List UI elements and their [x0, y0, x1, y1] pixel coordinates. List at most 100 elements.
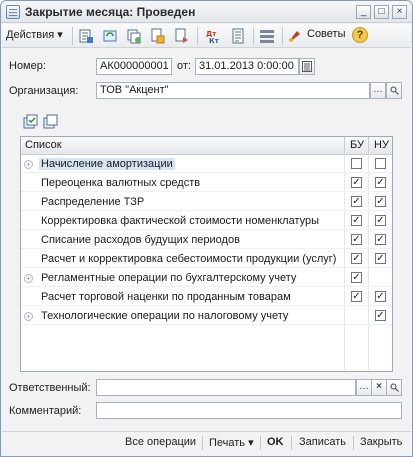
bottom-separator [291, 436, 292, 450]
list-item-label: Расчет и корректировка себестоимости про… [41, 253, 337, 265]
organization-open-button[interactable] [386, 82, 402, 99]
toolbar-separator [253, 27, 254, 45]
list-item-label: Технологические операции по налоговому у… [41, 310, 289, 322]
maximize-button[interactable]: □ [374, 5, 389, 19]
list-item[interactable]: + Регламентные операции по бухгалтерскому… [21, 269, 392, 287]
column-header-list[interactable]: Список [25, 139, 62, 151]
list-item[interactable]: + Начисление амортизации [21, 155, 392, 173]
list-item-label: Списание расходов будущих периодов [41, 234, 240, 246]
advice-button[interactable]: Советы [307, 28, 345, 40]
nu-checkbox[interactable]: ✓ [375, 291, 386, 302]
nu-checkbox[interactable]: ✓ [375, 234, 386, 245]
minimize-button[interactable]: _ [356, 5, 371, 19]
nu-checkbox[interactable]: ✓ [375, 196, 386, 207]
bu-checkbox[interactable]: ✓ [351, 215, 362, 226]
list-item[interactable]: Расчет торговой наценки по проданным тов… [21, 288, 392, 306]
all-operations-button[interactable]: Все операции [125, 436, 196, 448]
bu-checkbox[interactable]: ✓ [351, 196, 362, 207]
copy-document-icon[interactable] [126, 28, 142, 44]
print-menu-button[interactable]: Печать ▾ [209, 436, 254, 449]
expand-icon[interactable]: + [24, 312, 33, 321]
calendar-button[interactable] [299, 58, 315, 75]
bottom-separator [260, 436, 261, 450]
post-document-icon[interactable] [78, 28, 94, 44]
operations-list: Список БУ НУ + Начисление амортизации Пере… [20, 136, 393, 372]
column-divider [344, 137, 345, 155]
bu-checkbox[interactable]: ✓ [351, 177, 362, 188]
toolbar: Действия ▾ Дт Кт Советы ? [2, 24, 411, 48]
advice-icon[interactable] [287, 28, 303, 44]
check-all-icon[interactable] [23, 114, 38, 129]
list-item[interactable]: Корректировка фактической стоимости номе… [21, 212, 392, 230]
date-field[interactable]: 31.01.2013 0:00:00 [195, 58, 299, 75]
organization-label: Организация: [9, 85, 79, 97]
bottom-separator [202, 436, 203, 450]
fill-document-icon[interactable] [150, 28, 166, 44]
responsible-field[interactable] [96, 379, 356, 396]
responsible-label: Ответственный: [9, 382, 91, 394]
actions-label: Действия [6, 29, 55, 41]
ok-button[interactable]: OK [267, 436, 284, 448]
svg-text:Кт: Кт [209, 37, 220, 44]
save-button[interactable]: Записать [299, 436, 346, 448]
title-bar: Закрытие месяца: Проведен _ □ × [1, 1, 412, 23]
list-item-label: Расчет торговой наценки по проданным тов… [41, 291, 291, 303]
column-header-bu[interactable]: БУ [350, 139, 364, 151]
window-title: Закрытие месяца: Проведен [25, 5, 196, 19]
expand-icon[interactable]: + [24, 160, 33, 169]
comment-label: Комментарий: [9, 405, 82, 417]
bottom-separator [353, 436, 354, 450]
bottom-command-bar: Все операции Печать ▾ OK Записать Закрыт… [2, 431, 411, 453]
bu-checkbox[interactable]: ✓ [351, 253, 362, 264]
number-field[interactable]: АК000000001 [96, 58, 172, 75]
list-item[interactable]: Расчет и корректировка себестоимости про… [21, 250, 392, 268]
advice-label: Советы [307, 28, 346, 40]
list-item[interactable]: Распределение ТЗР ✓ ✓ [21, 193, 392, 211]
close-button[interactable]: Закрыть [360, 436, 402, 448]
move-document-icon[interactable] [174, 28, 190, 44]
responsible-select-button[interactable]: … [356, 379, 372, 396]
list-item-label: Начисление амортизации [39, 158, 175, 170]
organization-field[interactable]: ТОВ "Акцент" [96, 82, 370, 99]
nu-checkbox[interactable]: ✓ [375, 177, 386, 188]
column-header-nu[interactable]: НУ [374, 139, 389, 151]
structure-icon[interactable] [259, 28, 275, 44]
uncheck-all-icon[interactable] [43, 114, 58, 129]
list-item-label: Распределение ТЗР [41, 196, 145, 208]
report-icon[interactable] [230, 28, 246, 44]
list-tools [23, 114, 58, 129]
expand-icon[interactable]: + [24, 274, 33, 283]
help-icon[interactable]: ? [352, 27, 368, 43]
nu-checkbox[interactable]: ✓ [375, 215, 386, 226]
comment-field[interactable] [96, 402, 402, 419]
list-item[interactable]: Списание расходов будущих периодов ✓ ✓ [21, 231, 392, 249]
responsible-clear-button[interactable]: × [371, 379, 387, 396]
organization-select-button[interactable]: … [370, 82, 386, 99]
list-item-label: Переоценка валютных средств [41, 177, 201, 189]
toolbar-separator [282, 27, 283, 45]
nu-checkbox[interactable]: ✓ [375, 310, 386, 321]
responsible-open-button[interactable] [386, 379, 402, 396]
search-icon [390, 86, 399, 95]
toolbar-separator [72, 27, 73, 45]
toolbar-separator [197, 27, 198, 45]
bu-checkbox[interactable]: ✓ [351, 291, 362, 302]
print-label: Печать [209, 437, 246, 449]
bu-checkbox[interactable] [351, 158, 362, 169]
list-item[interactable]: Переоценка валютных средств ✓ ✓ [21, 174, 392, 192]
list-item-label: Корректировка фактической стоимости номе… [41, 215, 320, 227]
debit-credit-icon[interactable]: Дт Кт [205, 28, 221, 44]
nu-checkbox[interactable]: ✓ [375, 253, 386, 264]
list-item[interactable]: + Технологические операции по налоговому … [21, 307, 392, 325]
close-window-button[interactable]: × [392, 5, 407, 19]
nu-checkbox[interactable] [375, 158, 386, 169]
search-icon [390, 383, 399, 392]
refresh-icon[interactable] [102, 28, 118, 44]
actions-menu-button[interactable]: Действия ▾ [6, 28, 63, 44]
column-divider [368, 137, 369, 155]
bu-checkbox[interactable]: ✓ [351, 272, 362, 283]
document-icon [6, 5, 20, 19]
bu-checkbox[interactable]: ✓ [351, 234, 362, 245]
date-label: от: [177, 60, 191, 72]
calendar-icon [302, 61, 312, 72]
